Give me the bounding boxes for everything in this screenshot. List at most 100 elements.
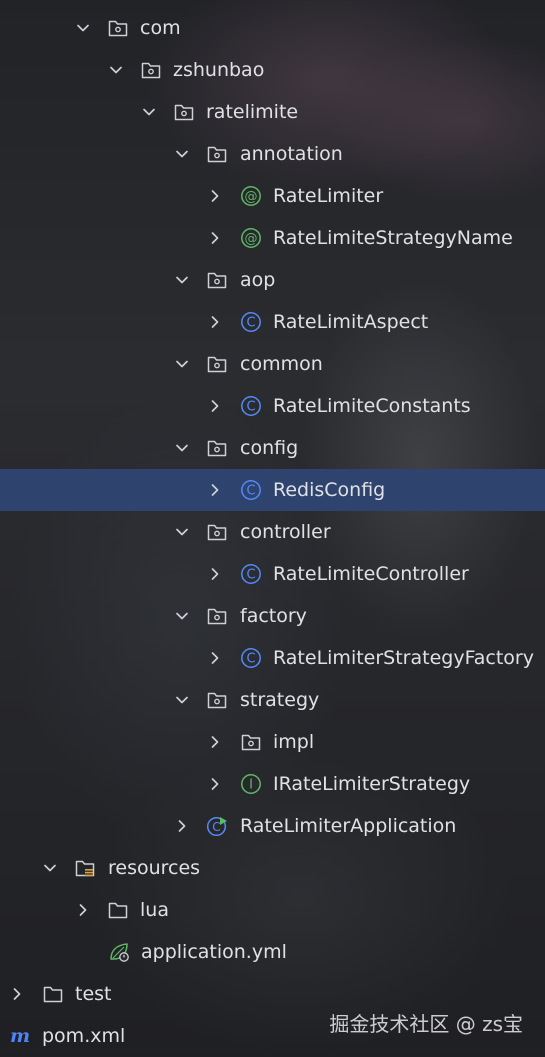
chevron-right-icon[interactable] xyxy=(206,397,224,415)
tree-item-label: RateLimiter xyxy=(273,185,384,207)
package-folder-icon xyxy=(206,689,228,711)
svg-text:I: I xyxy=(249,778,253,793)
tree-row-ratelimitecontroller[interactable]: C RateLimiteController xyxy=(0,553,545,595)
tree-row-ratelimiterstrategyfactory[interactable]: C RateLimiterStrategyFactory xyxy=(0,637,545,679)
svg-text:C: C xyxy=(246,400,255,415)
class-icon: C xyxy=(240,563,262,585)
chevron-right-icon[interactable] xyxy=(173,817,191,835)
tree-row-ratelimite[interactable]: ratelimite xyxy=(0,91,545,133)
chevron-down-icon[interactable] xyxy=(173,271,191,289)
tree-item-label: pom.xml xyxy=(42,1025,126,1047)
package-folder-icon xyxy=(173,101,195,123)
tree-row-resources[interactable]: resources xyxy=(0,847,545,889)
chevron-down-icon[interactable] xyxy=(173,523,191,541)
chevron-down-icon[interactable] xyxy=(41,859,59,877)
tree-item-label: RateLimiterApplication xyxy=(240,815,457,837)
chevron-right-icon[interactable] xyxy=(206,565,224,583)
tree-item-label: RateLimitAspect xyxy=(273,311,429,333)
tree-row-common[interactable]: common xyxy=(0,343,545,385)
chevron-right-icon[interactable] xyxy=(206,187,224,205)
chevron-right-icon[interactable] xyxy=(206,481,224,499)
chevron-down-icon[interactable] xyxy=(74,19,92,37)
tree-row-aop[interactable]: aop xyxy=(0,259,545,301)
chevron-down-icon[interactable] xyxy=(140,103,158,121)
chevron-right-icon[interactable] xyxy=(74,901,92,919)
tree-row-ratelimitaspect[interactable]: C RateLimitAspect xyxy=(0,301,545,343)
tree-row-zshunbao[interactable]: zshunbao xyxy=(0,49,545,91)
tree-row-annotation[interactable]: annotation xyxy=(0,133,545,175)
class-icon: C xyxy=(240,311,262,333)
tree-item-label: annotation xyxy=(240,143,343,165)
package-folder-icon xyxy=(140,59,162,81)
tree-row-controller[interactable]: controller xyxy=(0,511,545,553)
resources-folder-icon xyxy=(74,857,96,879)
annotation-icon: @ xyxy=(240,185,262,207)
chevron-right-icon[interactable] xyxy=(206,733,224,751)
svg-text:@: @ xyxy=(245,190,258,205)
watermark: 掘金技术社区 @ zs宝 xyxy=(329,1012,523,1036)
tree-item-label: application.yml xyxy=(141,941,287,963)
chevron-right-icon[interactable] xyxy=(206,649,224,667)
class-icon: C xyxy=(240,479,262,501)
tree-row-ratelimitestrategyname[interactable]: @ RateLimiteStrategyName xyxy=(0,217,545,259)
package-folder-icon xyxy=(206,605,228,627)
chevron-right-icon[interactable] xyxy=(206,229,224,247)
chevron-down-icon[interactable] xyxy=(173,607,191,625)
folder-icon xyxy=(42,983,64,1005)
annotation-icon: @ xyxy=(240,227,262,249)
svg-text:C: C xyxy=(246,484,255,499)
tree-item-label: strategy xyxy=(240,689,320,711)
svg-text:m: m xyxy=(10,1025,30,1047)
chevron-right-icon[interactable] xyxy=(8,985,26,1003)
tree-item-label: config xyxy=(240,437,299,459)
tree-row-com[interactable]: com xyxy=(0,7,545,49)
package-folder-icon xyxy=(206,353,228,375)
chevron-down-icon[interactable] xyxy=(107,61,125,79)
tree-item-label: RateLimiterStrategyFactory xyxy=(273,647,534,669)
spring-config-icon xyxy=(108,941,130,963)
tree-row-ratelimiterapplication[interactable]: C RateLimiterApplication xyxy=(0,805,545,847)
tree-item-label: impl xyxy=(273,731,315,753)
project-tree[interactable]: com zshunbao ratelimite annotation @ Rat… xyxy=(0,0,545,1055)
chevron-down-icon[interactable] xyxy=(173,691,191,709)
tree-item-label: RedisConfig xyxy=(273,479,386,501)
tree-item-label: test xyxy=(75,983,112,1005)
svg-text:@: @ xyxy=(245,232,258,247)
spring-boot-class-icon: C xyxy=(206,815,228,837)
tree-row-ratelimiteconstants[interactable]: C RateLimiteConstants xyxy=(0,385,545,427)
tree-row-config[interactable]: config xyxy=(0,427,545,469)
tree-row-iratelimiterstrategy[interactable]: I IRateLimiterStrategy xyxy=(0,763,545,805)
tree-row-lua[interactable]: lua xyxy=(0,889,545,931)
tree-row-ratelimiter[interactable]: @ RateLimiter xyxy=(0,175,545,217)
tree-item-label: zshunbao xyxy=(173,59,265,81)
package-folder-icon xyxy=(206,437,228,459)
svg-text:C: C xyxy=(246,652,255,667)
tree-item-label: aop xyxy=(240,269,276,291)
maven-icon: m xyxy=(9,1025,31,1047)
tree-row-redisconfig[interactable]: C RedisConfig xyxy=(0,469,545,511)
package-folder-icon xyxy=(240,731,262,753)
interface-icon: I xyxy=(240,773,262,795)
tree-row-factory[interactable]: factory xyxy=(0,595,545,637)
tree-item-label: com xyxy=(140,17,181,39)
tree-item-label: ratelimite xyxy=(206,101,299,123)
tree-item-label: common xyxy=(240,353,323,375)
tree-item-label: factory xyxy=(240,605,307,627)
chevron-right-icon[interactable] xyxy=(206,313,224,331)
tree-item-label: RateLimiteConstants xyxy=(273,395,471,417)
chevron-down-icon[interactable] xyxy=(173,145,191,163)
class-icon: C xyxy=(240,395,262,417)
chevron-right-icon[interactable] xyxy=(206,775,224,793)
tree-row-impl[interactable]: impl xyxy=(0,721,545,763)
package-folder-icon xyxy=(206,521,228,543)
class-icon: C xyxy=(240,647,262,669)
package-folder-icon xyxy=(107,17,129,39)
tree-row-strategy[interactable]: strategy xyxy=(0,679,545,721)
package-folder-icon xyxy=(206,143,228,165)
chevron-down-icon[interactable] xyxy=(173,439,191,457)
tree-row-application-yml[interactable]: application.yml xyxy=(0,931,545,973)
tree-item-label: RateLimiteController xyxy=(273,563,469,585)
tree-item-label: lua xyxy=(140,899,169,921)
tree-item-label: IRateLimiterStrategy xyxy=(273,773,471,795)
chevron-down-icon[interactable] xyxy=(173,355,191,373)
